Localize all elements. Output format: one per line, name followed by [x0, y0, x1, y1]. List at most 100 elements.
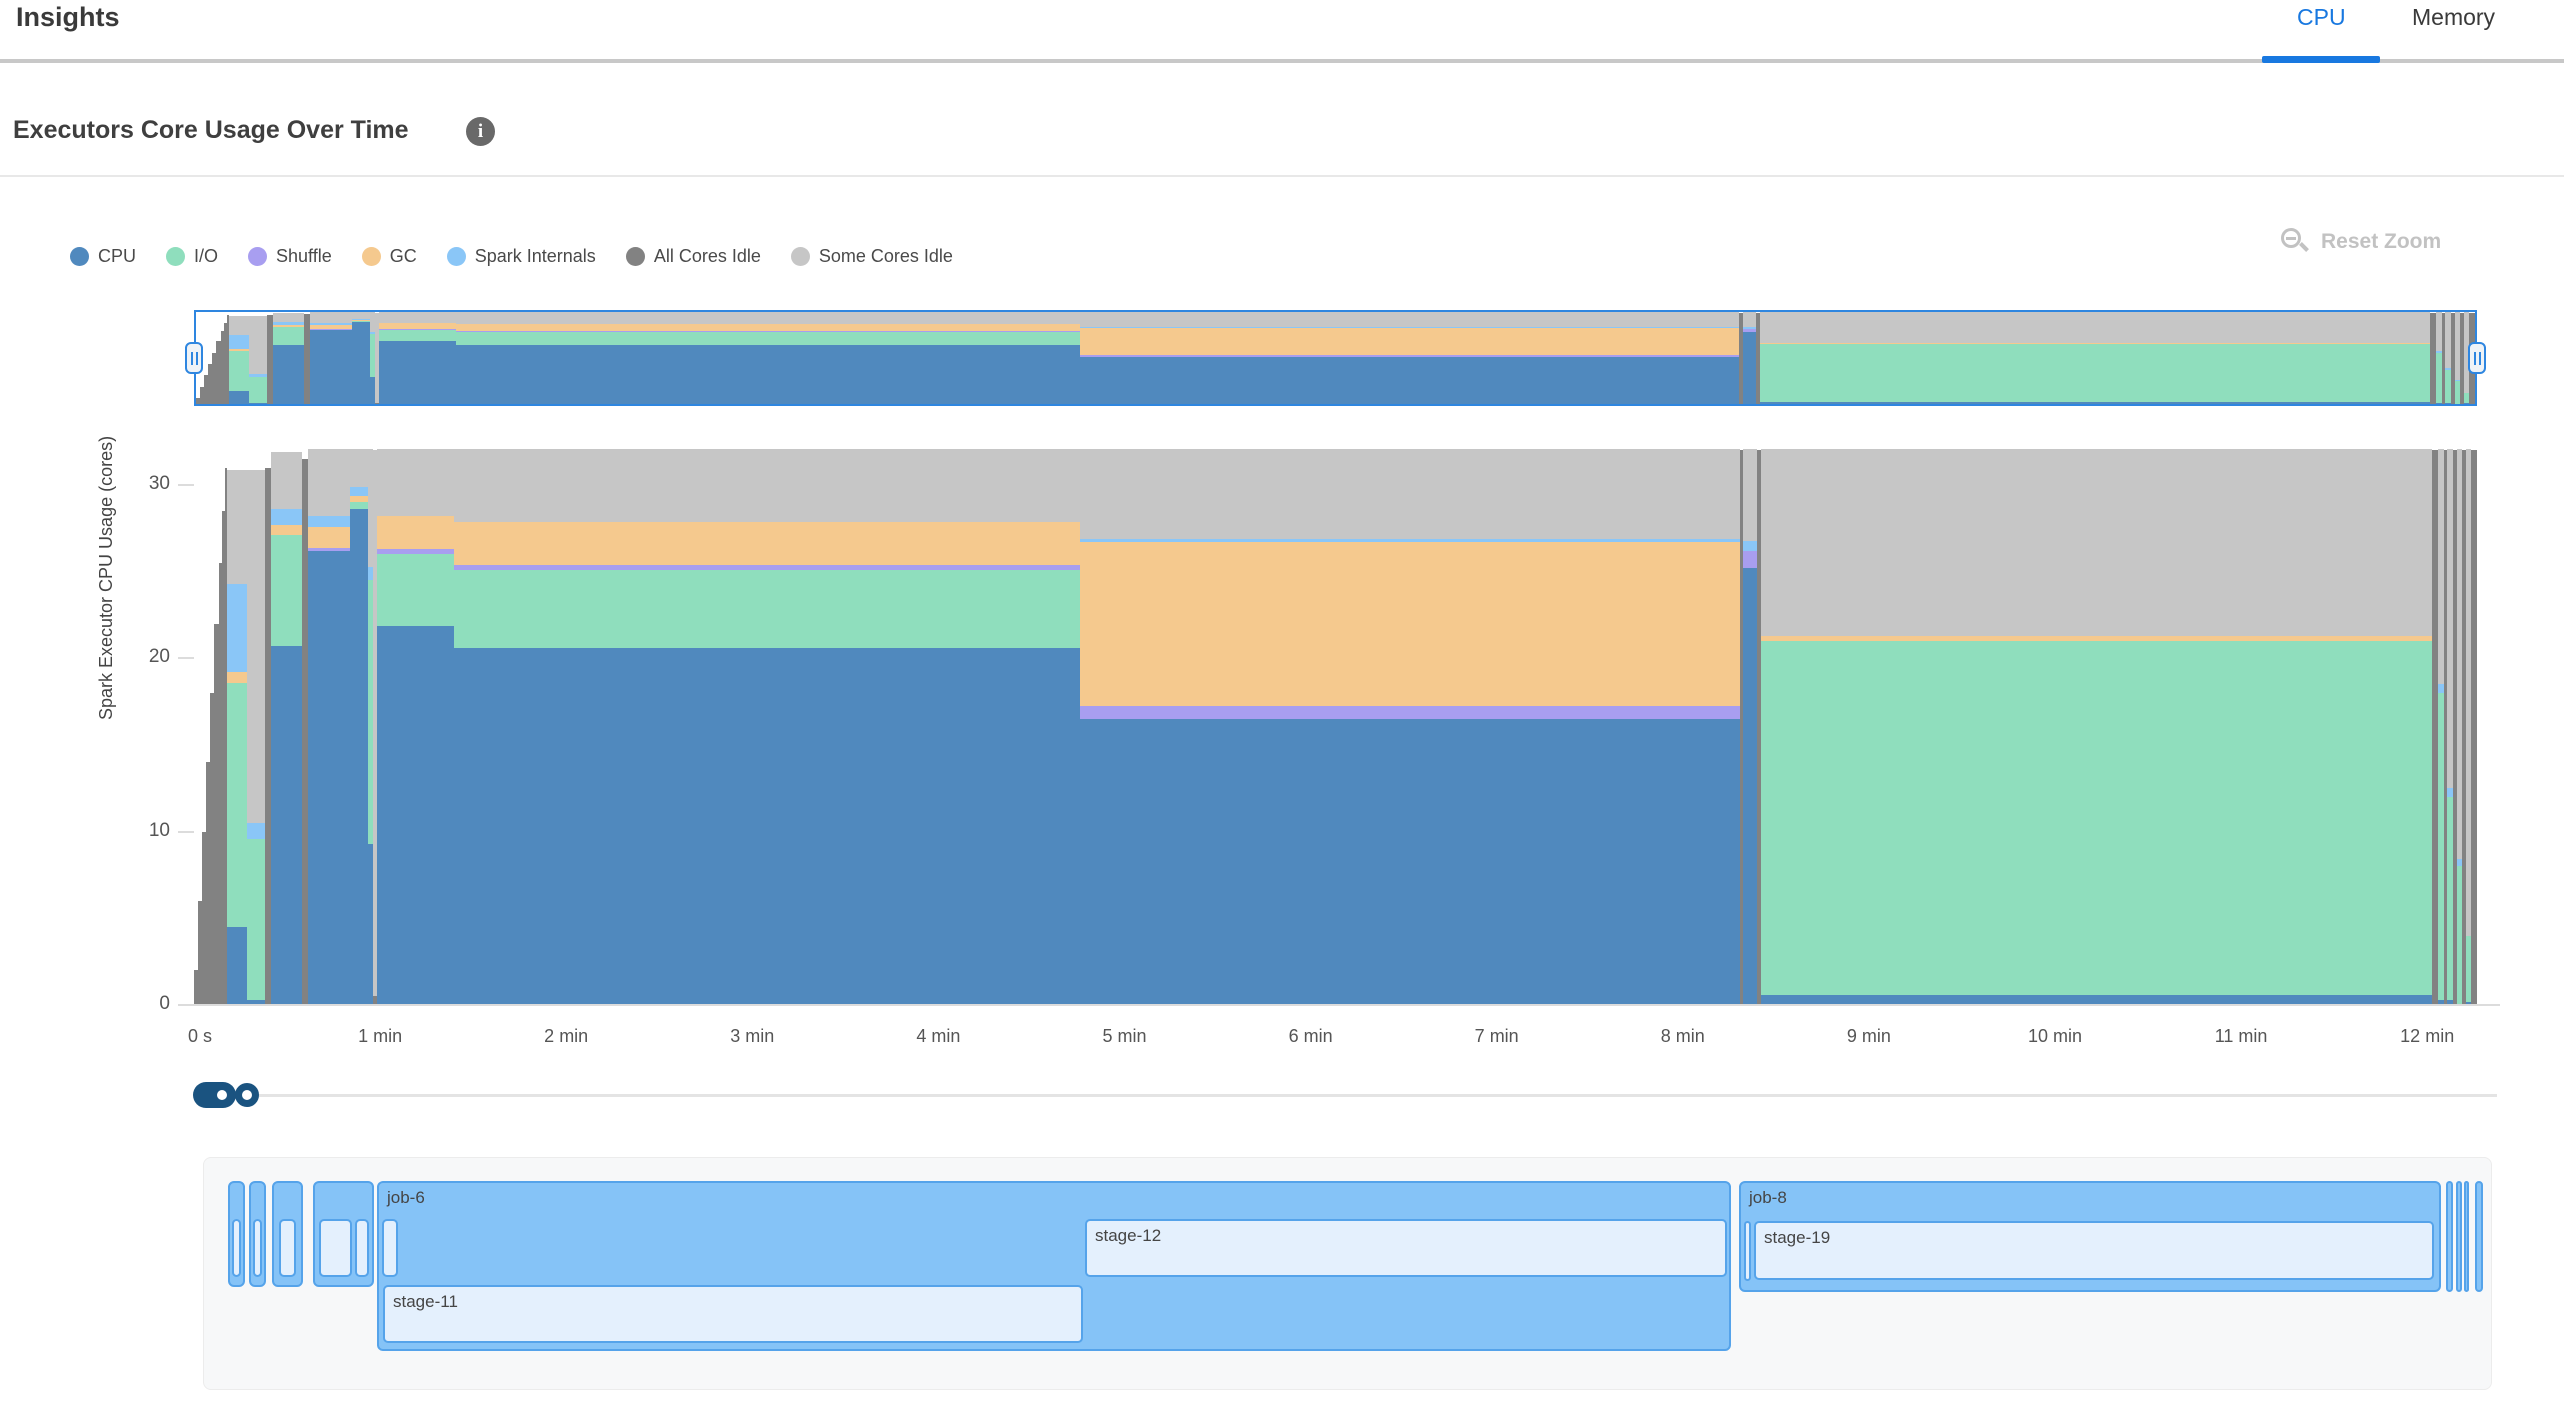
stage-bar[interactable]: [1085, 1219, 1727, 1277]
legend-item[interactable]: I/O: [166, 246, 218, 267]
legend-dot: [166, 247, 185, 266]
reset-zoom-label: Reset Zoom: [2321, 230, 2441, 254]
chart-segment: [1080, 542, 1741, 706]
tab-memory[interactable]: Memory: [2412, 4, 2495, 31]
job-bar[interactable]: [2456, 1181, 2462, 1292]
zoom-out-icon: [2281, 228, 2309, 256]
y-tick-mark: [178, 831, 194, 833]
chart-segment: [352, 320, 370, 321]
x-tick-label: 3 min: [730, 1026, 774, 1047]
chart-segment: [1080, 355, 1739, 357]
time-slider-handle-a[interactable]: [210, 1083, 234, 1107]
chart-segment: [310, 325, 352, 328]
chart-segment: [308, 449, 350, 517]
chart-segment: [271, 535, 302, 646]
stage-bar[interactable]: [383, 1285, 1083, 1343]
chart-segment: [350, 487, 368, 496]
chart-segment: [229, 316, 249, 335]
brush-handle-right[interactable]: [2468, 342, 2486, 374]
chart-segment: [1743, 327, 1757, 329]
chart-segment: [350, 509, 368, 1005]
time-slider-track[interactable]: [259, 1094, 2497, 1097]
chart-segment: [227, 470, 247, 584]
chart-segment: [454, 449, 1079, 522]
brush-overview-chart[interactable]: [194, 310, 2477, 406]
job-bar[interactable]: [2446, 1181, 2453, 1292]
x-axis-line: [194, 1004, 2500, 1006]
chart-segment: [271, 509, 302, 525]
page-title: Insights: [16, 2, 120, 33]
stage-bar[interactable]: [355, 1219, 369, 1277]
stage-bar[interactable]: [1744, 1221, 1751, 1281]
chart-segment: [456, 312, 1080, 324]
stage-bar[interactable]: [1754, 1221, 2434, 1280]
chart-segment: [456, 345, 1080, 404]
chart-segment: [273, 313, 304, 322]
chart-segment: [308, 527, 350, 548]
chart-segment: [350, 496, 368, 503]
chart-segment: [227, 672, 247, 682]
legend-item[interactable]: GC: [362, 246, 417, 267]
brush-handle-left[interactable]: [185, 342, 203, 374]
job-bar[interactable]: [2464, 1181, 2469, 1292]
chart-segment: [310, 312, 352, 323]
chart-segment: [1743, 312, 1757, 327]
legend-label: Spark Internals: [475, 246, 596, 267]
tab-cpu[interactable]: CPU: [2297, 4, 2346, 31]
chart-segment: [454, 648, 1079, 1005]
chart-segment: [249, 403, 267, 404]
time-slider-handle-b[interactable]: [235, 1083, 259, 1107]
x-tick-label: 2 min: [544, 1026, 588, 1047]
reset-zoom-button[interactable]: Reset Zoom: [2281, 228, 2441, 256]
y-tick-mark: [178, 484, 194, 486]
stage-bar[interactable]: [279, 1219, 296, 1277]
chart-segment: [273, 322, 304, 325]
stage-bar[interactable]: [319, 1219, 352, 1277]
chart-segment: [308, 548, 350, 551]
chart-segment: [229, 335, 249, 350]
legend-label: All Cores Idle: [654, 246, 761, 267]
chart-segment: [229, 351, 249, 391]
main-chart-area[interactable]: [194, 447, 2477, 1005]
chart-segment: [227, 584, 247, 672]
chart-segment: [377, 626, 455, 1006]
legend-label: GC: [390, 246, 417, 267]
y-tick-mark: [178, 657, 194, 659]
stage-bar[interactable]: [253, 1219, 262, 1277]
job-bar[interactable]: [2475, 1181, 2483, 1292]
chart-segment: [379, 323, 456, 328]
x-tick-label: 1 min: [358, 1026, 402, 1047]
legend-label: Shuffle: [276, 246, 332, 267]
chart-segment: [1760, 344, 2431, 402]
info-icon[interactable]: i: [466, 117, 495, 146]
legend-dot: [791, 247, 810, 266]
active-tab-underline: [2262, 56, 2380, 63]
chart-segment: [1761, 641, 2433, 995]
chart-segment: [2471, 450, 2477, 1005]
legend-item[interactable]: CPU: [70, 246, 136, 267]
legend-dot: [362, 247, 381, 266]
chart-segment: [379, 330, 456, 342]
chart-segment: [310, 323, 352, 325]
stage-bar-label: stage-11: [383, 1285, 458, 1312]
chart-segment: [1080, 449, 1741, 539]
chart-segment: [271, 646, 302, 1005]
legend-item[interactable]: Some Cores Idle: [791, 246, 953, 267]
chart-segment: [454, 570, 1079, 648]
x-tick-label: 5 min: [1102, 1026, 1146, 1047]
stage-bar[interactable]: [382, 1219, 398, 1277]
x-tick-label: 9 min: [1847, 1026, 1891, 1047]
stage-bar[interactable]: [232, 1219, 241, 1277]
chart-segment: [456, 324, 1080, 331]
legend-item[interactable]: Spark Internals: [447, 246, 596, 267]
legend-label: CPU: [98, 246, 136, 267]
chart-segment: [308, 551, 350, 1005]
x-tick-label: 6 min: [1289, 1026, 1333, 1047]
x-tick-label: 11 min: [2215, 1026, 2268, 1047]
chart-segment: [1761, 449, 2433, 636]
x-tick-label: 7 min: [1475, 1026, 1519, 1047]
legend-item[interactable]: All Cores Idle: [626, 246, 761, 267]
section-divider: [0, 175, 2564, 177]
y-tick-label: 0: [120, 993, 170, 1015]
legend-item[interactable]: Shuffle: [248, 246, 332, 267]
